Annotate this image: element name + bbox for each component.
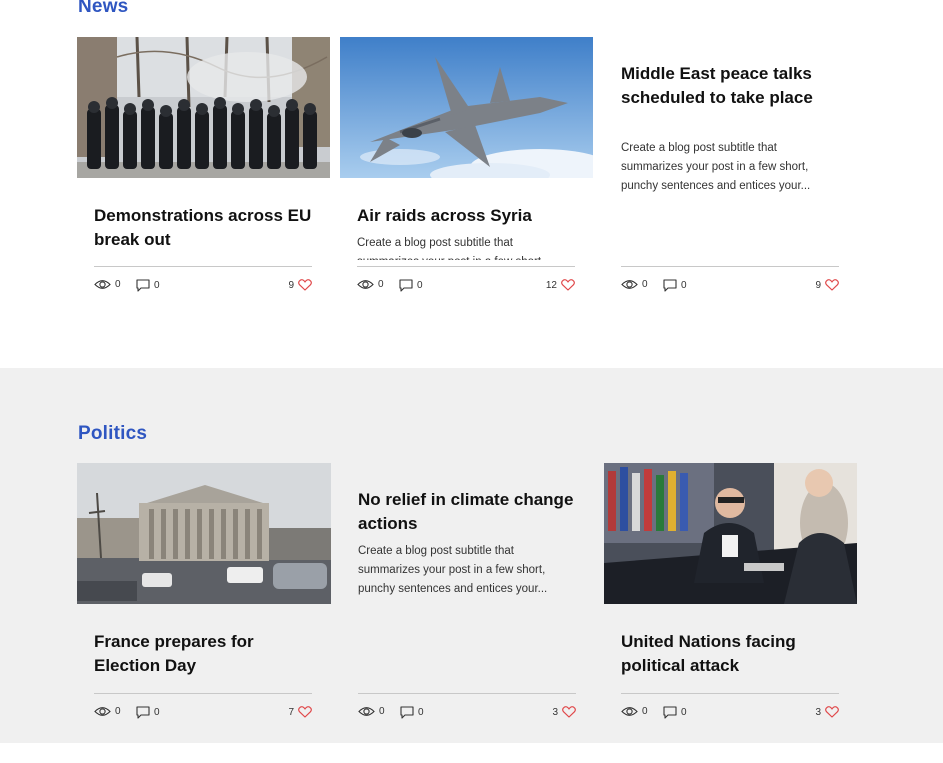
post-image[interactable] (604, 463, 857, 604)
comment-icon (663, 706, 677, 719)
post-stats: 0 0 7 (94, 706, 312, 722)
post-card-air-raids[interactable]: Air raids across Syria Create a blog pos… (340, 37, 593, 337)
eye-icon (621, 707, 638, 716)
heart-icon[interactable] (825, 279, 839, 291)
divider (94, 266, 312, 267)
heart-icon[interactable] (298, 279, 312, 291)
comment-icon (399, 279, 413, 292)
eye-icon (94, 280, 111, 289)
post-title[interactable]: No relief in climate change actions (358, 488, 583, 535)
post-stats: 0 0 9 (621, 279, 839, 295)
views-count: 0 (379, 706, 385, 717)
post-image[interactable] (340, 37, 593, 178)
comments-count: 0 (418, 707, 424, 718)
comments-stat: 0 (400, 706, 424, 719)
post-card-france-election[interactable]: France prepares for Election Day 0 0 7 (77, 463, 331, 763)
comments-stat: 0 (663, 706, 687, 719)
likes-stat[interactable]: 3 (552, 706, 576, 718)
views-stat: 0 (621, 279, 648, 290)
post-subtitle: Create a blog post subtitle that summari… (358, 545, 548, 595)
likes-count: 3 (552, 706, 558, 718)
heart-icon[interactable] (298, 706, 312, 718)
post-stats: 0 0 9 (94, 279, 312, 295)
divider (94, 693, 312, 694)
comments-count: 0 (681, 707, 687, 718)
post-title[interactable]: France prepares for Election Day (94, 630, 319, 677)
eye-icon (94, 707, 111, 716)
likes-count: 7 (288, 706, 294, 718)
likes-stat[interactable]: 9 (815, 279, 839, 291)
post-subtitle: Create a blog post subtitle that summari… (357, 237, 541, 260)
post-card-demonstrations[interactable]: Demonstrations across EU break out 0 0 9 (77, 37, 330, 337)
likes-count: 9 (288, 279, 294, 291)
views-stat: 0 (94, 279, 121, 290)
news-section-title: News (78, 0, 129, 17)
heart-icon[interactable] (562, 706, 576, 718)
views-count: 0 (378, 279, 384, 290)
comments-stat: 0 (663, 279, 687, 292)
views-stat: 0 (358, 706, 385, 717)
post-card-united-nations[interactable]: United Nations facing political attack 0… (604, 463, 857, 763)
divider (621, 266, 839, 267)
likes-count: 9 (815, 279, 821, 291)
views-count: 0 (642, 279, 648, 290)
post-title[interactable]: United Nations facing political attack (621, 630, 846, 677)
post-title[interactable]: Demonstrations across EU break out (94, 204, 319, 251)
comments-count: 0 (681, 280, 687, 291)
likes-stat[interactable]: 3 (815, 706, 839, 718)
views-stat: 0 (357, 279, 384, 290)
views-stat: 0 (621, 706, 648, 717)
likes-stat[interactable]: 12 (546, 279, 575, 291)
comments-stat: 0 (136, 706, 160, 719)
divider (357, 266, 575, 267)
comment-icon (136, 279, 150, 292)
post-subtitle: Create a blog post subtitle that summari… (621, 142, 811, 192)
views-count: 0 (115, 279, 121, 290)
likes-count: 12 (545, 279, 557, 291)
comments-count: 0 (417, 280, 423, 291)
post-card-climate-change[interactable]: No relief in climate change actions Crea… (341, 463, 594, 763)
comments-count: 0 (154, 707, 160, 718)
divider (358, 693, 576, 694)
post-title[interactable]: Air raids across Syria (357, 204, 582, 228)
heart-icon[interactable] (825, 706, 839, 718)
politics-section-title: Politics (78, 423, 148, 444)
likes-count: 3 (815, 706, 821, 718)
post-stats: 0 0 12 (357, 279, 575, 295)
comment-icon (663, 279, 677, 292)
likes-stat[interactable]: 9 (288, 279, 312, 291)
comments-count: 0 (154, 280, 160, 291)
post-title[interactable]: Middle East peace talks scheduled to tak… (621, 62, 846, 109)
post-image[interactable] (77, 37, 330, 178)
divider (621, 693, 839, 694)
comment-icon (400, 706, 414, 719)
comments-stat: 0 (136, 279, 160, 292)
views-count: 0 (642, 706, 648, 717)
comments-stat: 0 (399, 279, 423, 292)
views-stat: 0 (94, 706, 121, 717)
post-stats: 0 0 3 (621, 706, 839, 722)
views-count: 0 (115, 706, 121, 717)
post-image[interactable] (77, 463, 331, 604)
post-card-middle-east[interactable]: Middle East peace talks scheduled to tak… (604, 37, 857, 337)
comment-icon (136, 706, 150, 719)
heart-icon[interactable] (561, 279, 575, 291)
post-stats: 0 0 3 (358, 706, 576, 722)
eye-icon (357, 280, 374, 289)
eye-icon (358, 707, 375, 716)
eye-icon (621, 280, 638, 289)
likes-stat[interactable]: 7 (288, 706, 312, 718)
